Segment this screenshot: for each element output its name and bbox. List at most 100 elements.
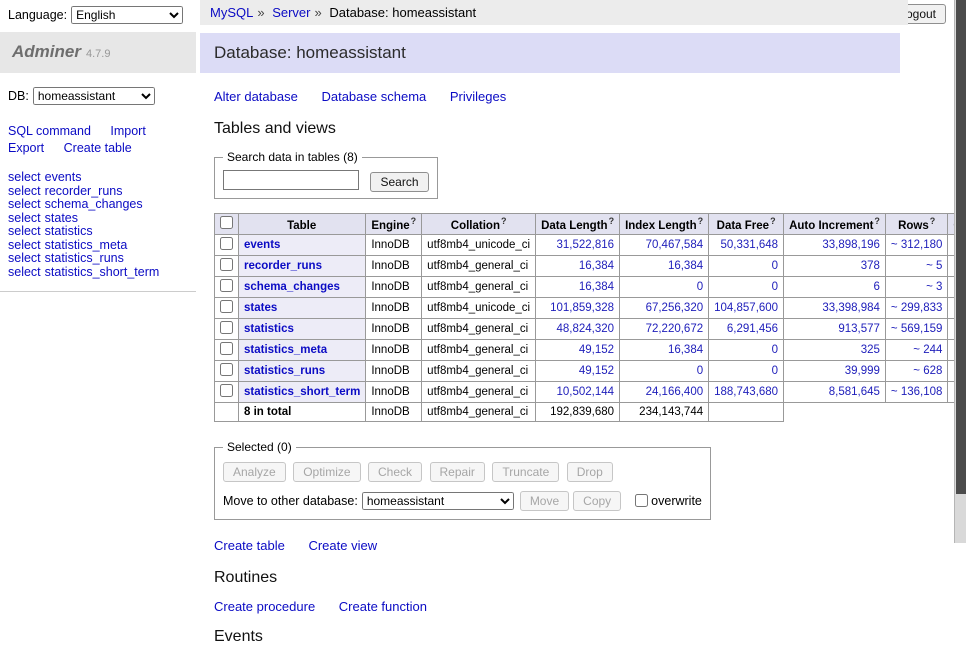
data-free-cell: 0 <box>709 256 784 277</box>
move-db-select[interactable]: homeassistant <box>362 492 514 510</box>
help-link[interactable]: ? <box>609 216 615 226</box>
language-select[interactable]: English <box>71 6 183 24</box>
table-name-link[interactable]: events <box>244 239 280 251</box>
adminer-brand-link[interactable]: Adminer <box>12 42 81 61</box>
row-checkbox[interactable] <box>220 363 233 376</box>
data-length-link[interactable]: 31,522,816 <box>557 239 615 251</box>
help-link[interactable]: ? <box>698 216 704 226</box>
sidebar-table-row: select statistics_meta <box>8 239 188 252</box>
sidebar-table-link[interactable]: statistics <box>45 224 93 238</box>
engine-cell: InnoDB <box>366 256 422 277</box>
index-length-link[interactable]: 16,384 <box>668 344 703 356</box>
data-length-link[interactable]: 16,384 <box>579 281 614 293</box>
sidebar-select-link[interactable]: select <box>8 251 41 265</box>
sidebar-table-link[interactable]: statistics_short_term <box>45 265 160 279</box>
sidebar-select-link[interactable]: select <box>8 265 41 279</box>
selected-fieldset: Selected (0) Analyze Optimize Check Repa… <box>214 440 711 520</box>
sidebar-select-link[interactable]: select <box>8 184 41 198</box>
sidebar-select-link[interactable]: select <box>8 238 41 252</box>
row-checkbox[interactable] <box>220 258 233 271</box>
rows-link[interactable]: ~ 299,833 <box>891 302 942 314</box>
row-checkbox[interactable] <box>220 300 233 313</box>
select-all-checkbox[interactable] <box>220 216 233 229</box>
sidebar-table-link[interactable]: statistics_runs <box>45 251 124 265</box>
index-length-link[interactable]: 16,384 <box>668 260 703 272</box>
table-name-link[interactable]: states <box>244 302 277 314</box>
sidebar-table-link[interactable]: statistics_meta <box>45 238 128 252</box>
sidebar-table-link[interactable]: events <box>45 170 82 184</box>
data-length-link[interactable]: 48,824,320 <box>557 323 615 335</box>
breadcrumb-link[interactable]: MySQL <box>210 5 253 20</box>
auto-increment-cell: 33,398,984 <box>784 298 886 319</box>
routine-link[interactable]: Create function <box>339 599 427 614</box>
engine-cell: InnoDB <box>366 361 422 382</box>
index-length-link[interactable]: 67,256,320 <box>646 302 704 314</box>
help-link[interactable]: ? <box>930 216 936 226</box>
rows-link[interactable]: ~ 312,180 <box>891 239 942 251</box>
help-link[interactable]: ? <box>770 216 776 226</box>
db-action-link[interactable]: Database schema <box>321 89 426 104</box>
db-action-links: Alter database Database schema Privilege… <box>214 89 908 104</box>
row-checkbox[interactable] <box>220 342 233 355</box>
row-checkbox[interactable] <box>220 279 233 292</box>
data-length-link[interactable]: 10,502,144 <box>557 386 615 398</box>
sidebar-table-link[interactable]: schema_changes <box>45 197 143 211</box>
db-action-link[interactable]: Alter database <box>214 89 298 104</box>
sidebar-action-link[interactable]: Import <box>110 124 145 138</box>
sidebar-select-link[interactable]: select <box>8 224 41 238</box>
routine-links: Create procedure Create function <box>214 599 908 614</box>
data-length-link[interactable]: 49,152 <box>579 344 614 356</box>
bulk-action-button: Optimize <box>293 462 360 482</box>
rows-link[interactable]: ~ 628 <box>913 365 942 377</box>
index-length-link[interactable]: 70,467,584 <box>646 239 704 251</box>
routine-link[interactable]: Create procedure <box>214 599 315 614</box>
row-checkbox[interactable] <box>220 321 233 334</box>
sidebar-select-link[interactable]: select <box>8 170 41 184</box>
table-name-link[interactable]: statistics <box>244 323 294 335</box>
data-length-link[interactable]: 49,152 <box>579 365 614 377</box>
sidebar-table-link[interactable]: states <box>45 211 78 225</box>
sidebar-action-link[interactable]: Create table <box>64 141 132 155</box>
row-checkbox[interactable] <box>220 384 233 397</box>
sidebar-action-link[interactable]: SQL command <box>8 124 91 138</box>
sidebar-action-link[interactable]: Export <box>8 141 44 155</box>
rows-link[interactable]: ~ 244 <box>913 344 942 356</box>
sidebar-select-link[interactable]: select <box>8 211 41 225</box>
table-name-link[interactable]: statistics_meta <box>244 344 327 356</box>
overwrite-checkbox[interactable] <box>635 494 648 507</box>
search-input[interactable] <box>223 170 359 190</box>
table-name-link[interactable]: statistics_short_term <box>244 386 360 398</box>
index-length-link[interactable]: 0 <box>697 281 703 293</box>
create-link[interactable]: Create table <box>214 538 285 553</box>
scrollbar-thumb[interactable] <box>956 0 966 494</box>
help-link[interactable]: ? <box>411 216 417 226</box>
table-total-row: 8 in total InnoDB utf8mb4_general_ci 192… <box>215 403 966 422</box>
rows-link[interactable]: ~ 5 <box>926 260 942 272</box>
rows-link[interactable]: ~ 136,108 <box>891 386 942 398</box>
table-name-link[interactable]: recorder_runs <box>244 260 322 272</box>
table-name-link[interactable]: schema_changes <box>244 281 340 293</box>
auto-increment-cell: 39,999 <box>784 361 886 382</box>
db-action-link[interactable]: Privileges <box>450 89 506 104</box>
row-checkbox[interactable] <box>220 237 233 250</box>
rows-link[interactable]: ~ 3 <box>926 281 942 293</box>
table-name-link[interactable]: statistics_runs <box>244 365 325 377</box>
index-length-link[interactable]: 72,220,672 <box>646 323 704 335</box>
data-length-link[interactable]: 101,859,328 <box>550 302 614 314</box>
help-link[interactable]: ? <box>501 216 507 226</box>
sidebar-table-link[interactable]: recorder_runs <box>45 184 123 198</box>
create-link[interactable]: Create view <box>308 538 377 553</box>
db-select[interactable]: homeassistant <box>33 87 155 105</box>
copy-button: Copy <box>573 491 621 511</box>
vertical-scrollbar[interactable] <box>954 0 966 543</box>
index-length-link[interactable]: 24,166,400 <box>646 386 704 398</box>
search-button[interactable]: Search <box>370 172 428 192</box>
rows-link[interactable]: ~ 569,159 <box>891 323 942 335</box>
data-length-link[interactable]: 16,384 <box>579 260 614 272</box>
data-free-cell: 104,857,600 <box>709 298 784 319</box>
breadcrumb-link[interactable]: Server <box>272 5 310 20</box>
index-length-link[interactable]: 0 <box>697 365 703 377</box>
overwrite-label: overwrite <box>651 494 702 508</box>
sidebar-select-link[interactable]: select <box>8 197 41 211</box>
help-link[interactable]: ? <box>874 216 880 226</box>
